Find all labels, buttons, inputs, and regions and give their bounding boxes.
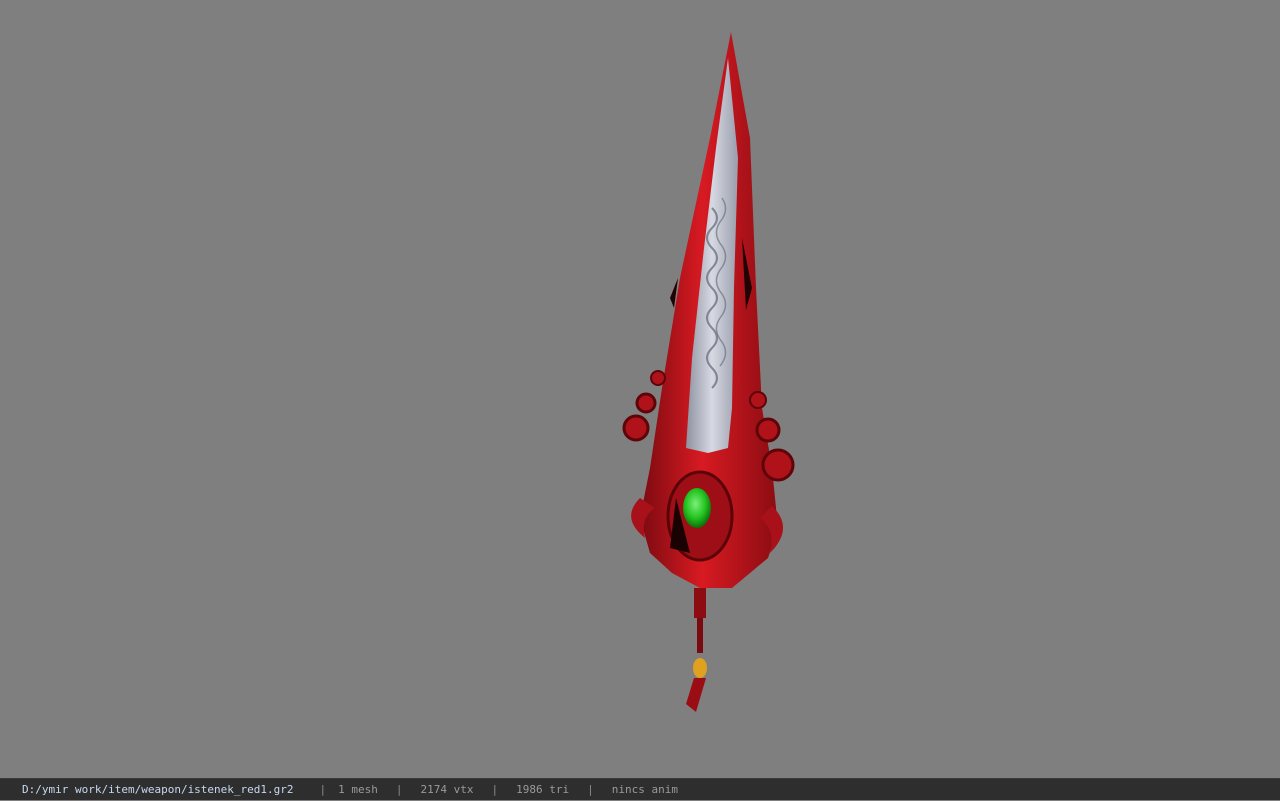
file-path: D:/ymir work/item/weapon/istenek_red1.gr… bbox=[22, 782, 294, 796]
vertex-count: 2174 vtx bbox=[420, 782, 474, 796]
green-gem bbox=[683, 488, 711, 528]
animation-status: nincs anim bbox=[611, 782, 678, 796]
status-bar: D:/ymir work/item/weapon/istenek_red1.gr… bbox=[0, 778, 1280, 800]
mesh-count: 1 mesh bbox=[338, 782, 378, 796]
3d-viewport[interactable] bbox=[0, 0, 1280, 778]
separator: | bbox=[319, 782, 327, 796]
separator: | bbox=[491, 782, 499, 796]
separator: | bbox=[395, 782, 403, 796]
triangle-count: 1986 tri bbox=[516, 782, 570, 796]
dagger-model bbox=[622, 32, 795, 712]
separator: | bbox=[587, 782, 594, 796]
